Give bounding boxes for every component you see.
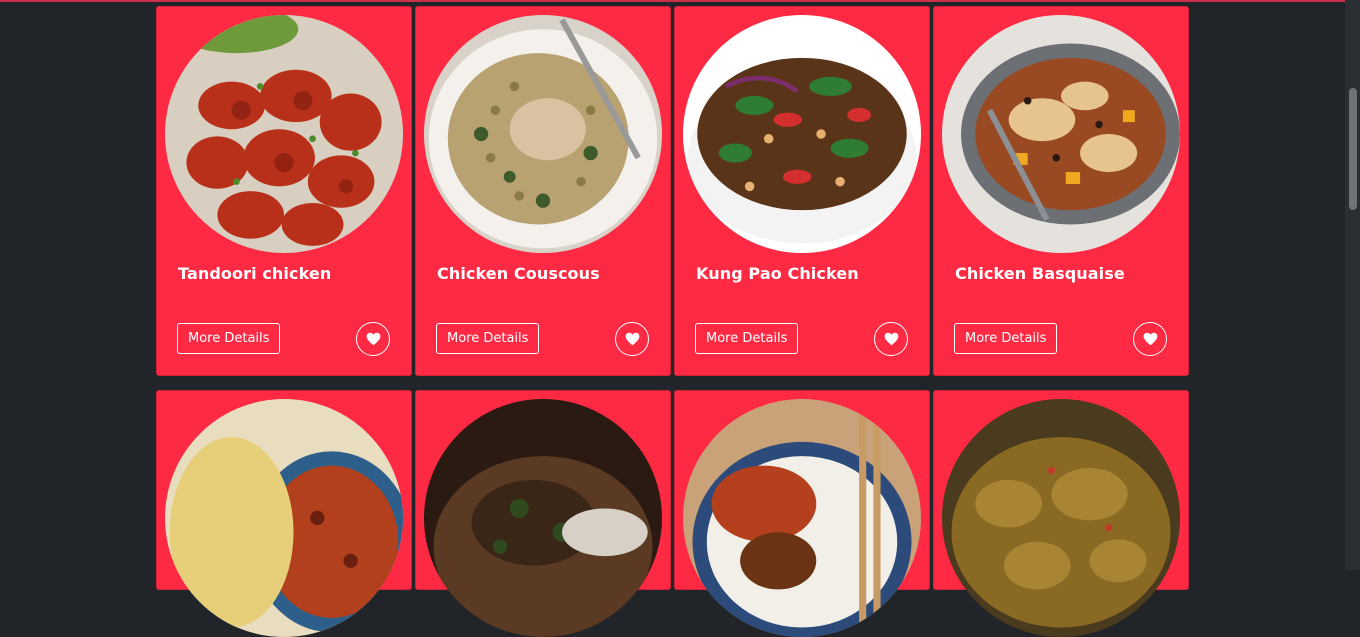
recipe-image	[942, 15, 1180, 253]
favorite-button[interactable]	[1133, 322, 1167, 356]
recipe-image	[683, 15, 921, 253]
recipe-grid: Tandoori chicken More Details Chicken Co…	[156, 6, 1189, 637]
recipe-title: Kung Pao Chicken	[696, 264, 859, 283]
recipe-card	[415, 390, 671, 637]
heart-icon	[625, 332, 639, 346]
recipe-image	[424, 399, 662, 637]
heart-icon	[1143, 332, 1157, 346]
favorite-button[interactable]	[874, 322, 908, 356]
favorite-button[interactable]	[356, 322, 390, 356]
recipe-image	[942, 399, 1180, 637]
more-details-button[interactable]: More Details	[695, 323, 799, 354]
recipe-card	[933, 390, 1189, 637]
heart-icon	[366, 332, 380, 346]
more-details-button[interactable]: More Details	[177, 323, 281, 354]
favorite-button[interactable]	[615, 322, 649, 356]
more-details-button[interactable]: More Details	[436, 323, 540, 354]
recipe-title: Chicken Couscous	[437, 264, 600, 283]
recipe-image	[165, 399, 403, 637]
recipe-card	[156, 390, 412, 637]
recipe-image	[424, 15, 662, 253]
scrollbar-thumb[interactable]	[1349, 88, 1357, 210]
more-details-button[interactable]: More Details	[954, 323, 1058, 354]
page-scrollbar[interactable]	[1345, 0, 1360, 570]
recipe-card	[674, 390, 930, 637]
recipe-card: Chicken Basquaise More Details	[933, 6, 1189, 376]
recipe-image	[683, 399, 921, 637]
recipe-image	[165, 15, 403, 253]
recipe-title: Tandoori chicken	[178, 264, 332, 283]
recipe-card: Kung Pao Chicken More Details	[674, 6, 930, 376]
recipe-card: Tandoori chicken More Details	[156, 6, 412, 376]
recipe-title: Chicken Basquaise	[955, 264, 1125, 283]
heart-icon	[884, 332, 898, 346]
recipe-card: Chicken Couscous More Details	[415, 6, 671, 376]
top-border	[0, 0, 1360, 2]
